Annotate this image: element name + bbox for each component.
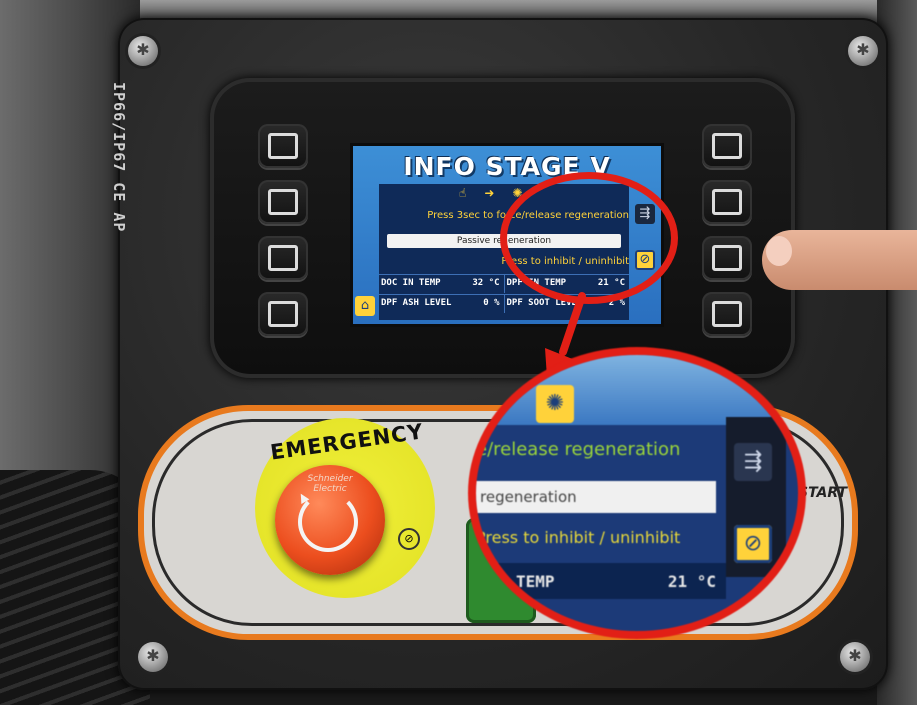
zoom-instruction-inhibit: Press to inhibit / uninhibit: [476, 528, 681, 547]
zoom-data-value: 21 °C: [667, 571, 716, 591]
rotate-release-icon: [298, 492, 358, 552]
zoom-instruction-regeneration: e/release regeneration: [476, 439, 681, 460]
zoom-data-row: TEMP 21 °C: [476, 563, 726, 599]
emergency-brand: Schneider Electric: [307, 474, 353, 494]
regeneration-force-icon: ⇶: [734, 443, 772, 481]
zoom-title-strip: [476, 355, 798, 425]
reset-symbol-icon: ⊘: [398, 528, 420, 550]
regeneration-icon: ✺: [536, 385, 574, 423]
regeneration-inhibit-icon: ⊘: [734, 525, 772, 563]
zoom-data-label: TEMP: [516, 571, 555, 591]
finger: [762, 230, 917, 290]
start-label: START: [798, 485, 848, 501]
zoom-callout: ✺ e/release regeneration regeneration Pr…: [476, 355, 798, 631]
zoom-mode-value-box: regeneration: [476, 481, 716, 513]
